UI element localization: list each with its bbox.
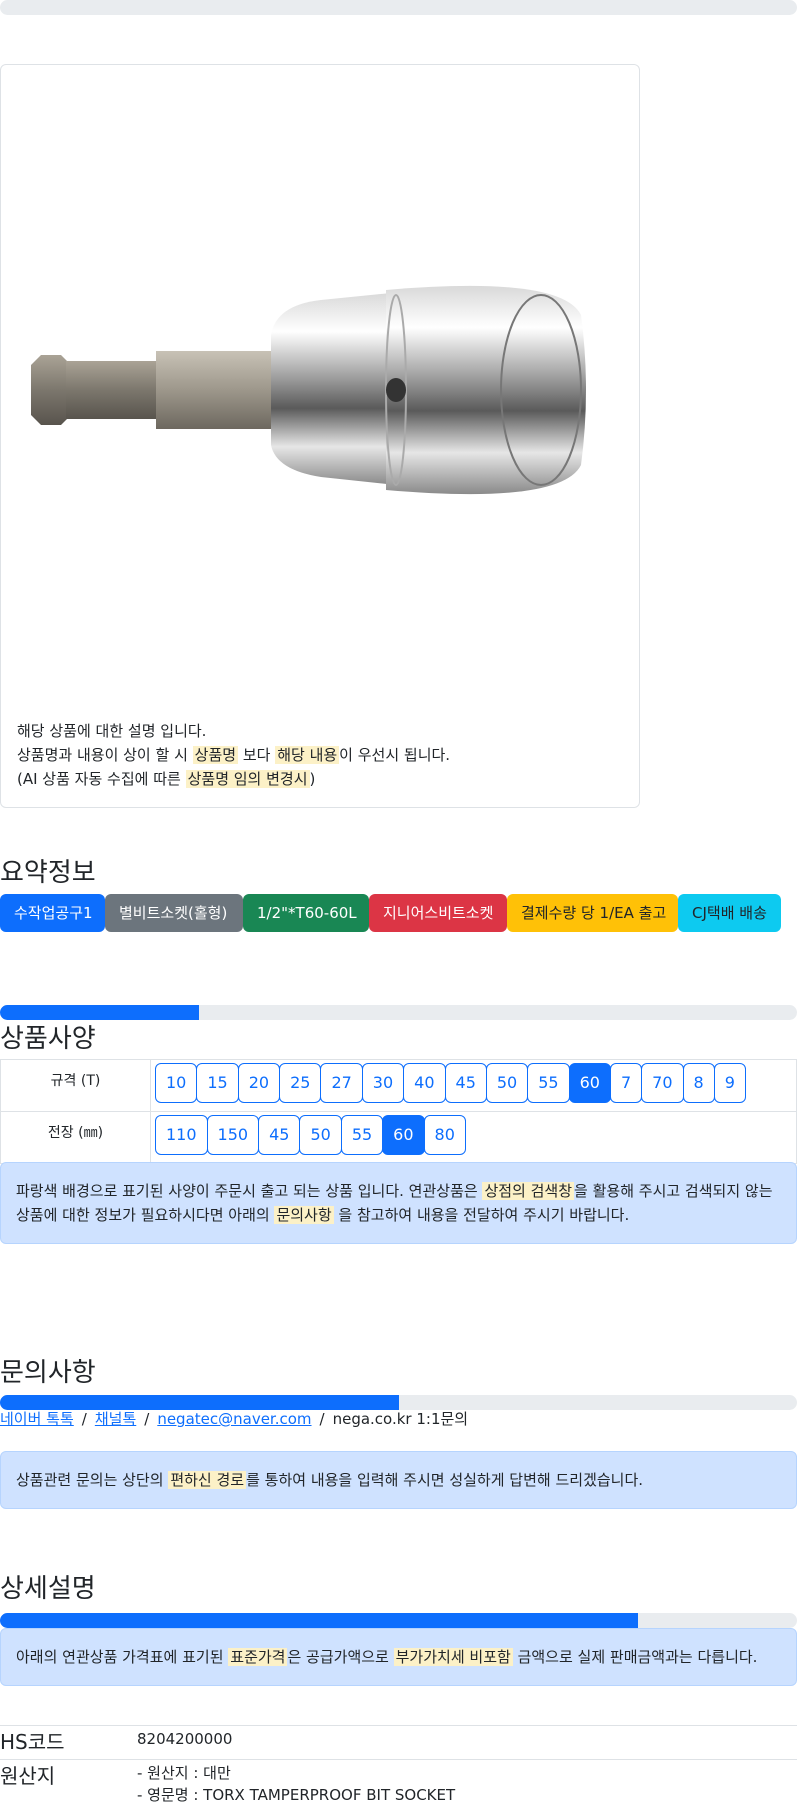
spec-label-size: 규격 (T) — [0, 1059, 151, 1112]
spec-option[interactable]: 55 — [527, 1063, 570, 1103]
spec-option[interactable]: 55 — [340, 1115, 384, 1155]
site-inquiry-text: nega.co.kr 1:1문의 — [332, 1410, 469, 1428]
inquiry-alert-highlight: 편하신 경로 — [168, 1471, 247, 1489]
spec-option[interactable]: 45 — [258, 1115, 301, 1155]
notice-highlight-product-name: 상품명 — [192, 746, 239, 764]
specs-alert-highlight-search: 상점의 검색창 — [482, 1182, 575, 1200]
specs-alert-c: 을 참고하여 내용을 전달하여 주시기 바랍니다. — [333, 1206, 630, 1224]
badge-delivery: CJ택배 배송 — [678, 894, 781, 932]
spec-option[interactable]: 45 — [444, 1063, 487, 1103]
spec-label-length: 전장 (㎜) — [0, 1111, 151, 1164]
badge-spec: 1/2"*T60-60L — [243, 894, 369, 932]
spec-row-length: 전장 (㎜) 110 150 45 50 55 60 80 — [0, 1111, 797, 1164]
spec-options-length: 110 150 45 50 55 60 80 — [150, 1111, 797, 1164]
spec-option[interactable]: 27 — [320, 1063, 363, 1103]
summary-title: 요약정보 — [0, 858, 96, 888]
spec-option[interactable]: 15 — [196, 1063, 239, 1103]
badge-category: 수작업공구1 — [0, 894, 105, 932]
specs-alert-a: 파랑색 배경으로 표기된 사양이 주문시 출고 되는 상품 입니다. 연관상품은 — [16, 1182, 483, 1200]
specs-alert-highlight-inquiry: 문의사항 — [274, 1206, 334, 1224]
detail-alert-a: 아래의 연관상품 가격표에 표기된 — [16, 1648, 229, 1666]
badge-type: 별비트소켓(홀형) — [105, 894, 243, 932]
notice-highlight-content: 해당 내용 — [275, 746, 340, 764]
notice-highlight-rename: 상품명 임의 변경시 — [185, 770, 310, 788]
detail-alert-b: 은 공급가액으로 — [287, 1648, 394, 1666]
specs-title: 상품사양 — [0, 1024, 96, 1054]
hs-code-label: HS코드 — [0, 1730, 65, 1754]
spec-option[interactable]: 20 — [237, 1063, 281, 1103]
specs-alert: 파랑색 배경으로 표기된 사양이 주문시 출고 되는 상품 입니다. 연관상품은… — [0, 1162, 797, 1244]
inquiry-contacts: 네이버 톡톡 / 채널톡 / negatec@naver.com / nega.co.kr … — [0, 1408, 468, 1429]
spec-row-size: 규격 (T) 10 15 20 25 27 30 40 45 50 55 60 7 70 8 9 — [0, 1059, 797, 1112]
spec-option[interactable]: 40 — [403, 1063, 446, 1103]
badge-brand: 지니어스비트소켓 — [369, 894, 507, 932]
spec-option[interactable]: 150 — [206, 1115, 260, 1155]
detail-alert: 아래의 연관상품 가격표에 표기된 표준가격 은 공급가액으로 부가가치세 비포함… — [0, 1628, 797, 1686]
spec-option[interactable]: 30 — [361, 1063, 405, 1103]
specs-progress-bar — [0, 1005, 797, 1020]
inquiry-alert: 상품관련 문의는 상단의 편하신 경로 를 통하여 내용을 입력해 주시면 성실하… — [0, 1451, 797, 1509]
spec-option[interactable]: 80 — [423, 1115, 466, 1155]
spec-option[interactable]: 50 — [485, 1063, 529, 1103]
separator: / — [81, 1410, 87, 1428]
inquiry-alert-a: 상품관련 문의는 상단의 — [16, 1471, 169, 1489]
detail-progress-bar — [0, 1613, 797, 1628]
spec-option[interactable]: 7 — [609, 1063, 643, 1103]
spec-option[interactable]: 110 — [155, 1115, 208, 1155]
spec-option[interactable]: 8 — [682, 1063, 715, 1103]
origin-english-name: - 영문명 : TORX TAMPERPROOF BIT SOCKET — [137, 1786, 456, 1804]
spec-table: 규격 (T) 10 15 20 25 27 30 40 45 50 55 60 7 70 8 9 전장 (㎜… — [0, 1059, 797, 1164]
origin-row: 원산지 - 원산지 : 대만 - 영문명 : TORX TAMPERPROOF … — [0, 1759, 797, 1808]
notice-line1: 해당 상품에 대한 설명 입니다. — [17, 722, 207, 740]
separator: / — [319, 1410, 325, 1428]
detail-alert-highlight-vat: 부가가치세 비포함 — [393, 1648, 513, 1666]
separator: / — [144, 1410, 150, 1428]
spec-option[interactable]: 70 — [641, 1063, 684, 1103]
notice-line2-a: 상품명과 내용이 상이 할 시 — [17, 746, 193, 764]
inquiry-title: 문의사항 — [0, 1358, 96, 1388]
summary-badges: 수작업공구1 별비트소켓(홀형) 1/2"*T60-60L 지니어스비트소켓 결… — [0, 894, 781, 932]
top-progress-bar — [0, 0, 797, 15]
detail-progress-fill — [0, 1613, 638, 1628]
spec-option[interactable]: 60 — [568, 1063, 611, 1103]
badge-quantity: 결제수량 당 1/EA 출고 — [507, 894, 678, 932]
origin-values: - 원산지 : 대만 - 영문명 : TORX TAMPERPROOF BIT … — [137, 1762, 455, 1806]
spec-option[interactable]: 50 — [299, 1115, 342, 1155]
spec-option[interactable]: 9 — [713, 1063, 746, 1103]
hs-code-row: HS코드 8204200000 — [0, 1725, 797, 1759]
spec-option[interactable]: 25 — [279, 1063, 322, 1103]
inquiry-alert-b: 를 통하여 내용을 입력해 주시면 성실하게 답변해 드리겠습니다. — [246, 1471, 644, 1489]
naver-talk-link[interactable]: 네이버 톡톡 — [0, 1410, 74, 1428]
product-image-card: 해당 상품에 대한 설명 입니다. 상품명과 내용이 상이 할 시 상품명 보다… — [0, 64, 640, 808]
origin-label: 원산지 — [0, 1764, 56, 1788]
notice-line2-c: 이 우선시 됩니다. — [339, 746, 451, 764]
detail-alert-c: 금액으로 실제 판매금액과는 다릅니다. — [512, 1648, 758, 1666]
detail-alert-highlight-price: 표준가격 — [228, 1648, 288, 1666]
spec-options-size: 10 15 20 25 27 30 40 45 50 55 60 7 70 8 9 — [150, 1059, 797, 1112]
spec-option[interactable]: 60 — [382, 1115, 425, 1155]
product-image — [31, 285, 586, 495]
spec-option[interactable]: 10 — [155, 1063, 198, 1103]
notice-line3-b: ) — [309, 770, 316, 788]
channel-talk-link[interactable]: 채널톡 — [95, 1410, 136, 1428]
notice-line3-a: (AI 상품 자동 수집에 따른 — [17, 770, 186, 788]
origin-country: - 원산지 : 대만 — [137, 1764, 231, 1782]
email-link[interactable]: negatec@naver.com — [157, 1410, 311, 1428]
notice-line2-b: 보다 — [238, 746, 276, 764]
detail-title: 상세설명 — [0, 1574, 96, 1604]
hs-code-value: 8204200000 — [137, 1730, 233, 1748]
product-notice: 해당 상품에 대한 설명 입니다. 상품명과 내용이 상이 할 시 상품명 보다… — [17, 719, 627, 791]
